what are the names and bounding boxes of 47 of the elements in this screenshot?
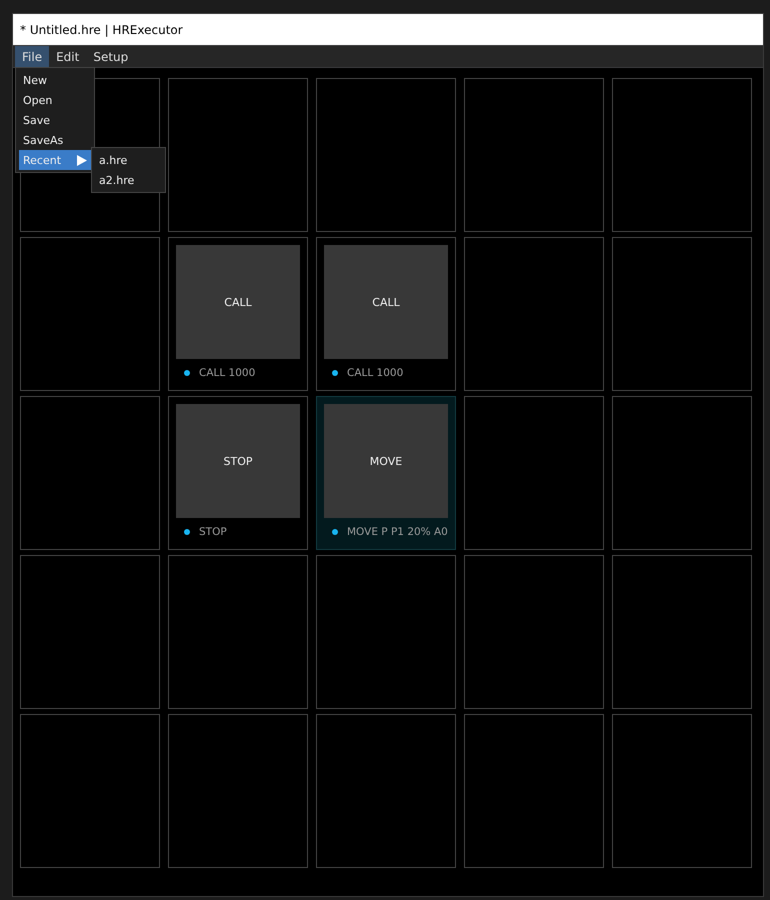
status-dot	[184, 529, 190, 535]
command-block[interactable]: CALL	[324, 245, 448, 359]
menu-item[interactable]: New	[19, 70, 91, 90]
empty-cell[interactable]	[20, 396, 160, 550]
empty-cell[interactable]	[464, 237, 604, 391]
empty-cell[interactable]	[464, 555, 604, 709]
command-block[interactable]: STOP	[176, 404, 300, 518]
empty-cell[interactable]	[464, 78, 604, 232]
empty-cell[interactable]	[316, 555, 456, 709]
menu-item[interactable]: Open	[19, 90, 91, 110]
empty-cell[interactable]	[20, 714, 160, 868]
grid-cell[interactable]: CALL CALL 1000	[168, 237, 308, 391]
window-title: * Untitled.hre | HRExecutor	[13, 14, 763, 45]
empty-cell[interactable]	[168, 714, 308, 868]
empty-cell[interactable]	[316, 78, 456, 232]
empty-cell[interactable]	[20, 555, 160, 709]
empty-cell[interactable]	[20, 237, 160, 391]
status-dot	[184, 370, 190, 376]
empty-cell[interactable]	[612, 396, 752, 550]
menu-tab[interactable]: File	[15, 46, 50, 67]
empty-cell[interactable]	[168, 78, 308, 232]
menu-item[interactable]: SaveAs	[19, 130, 91, 150]
command-caption: CALL 1000	[199, 367, 256, 379]
command-caption: MOVE P P1 20% A0	[347, 526, 448, 538]
menu-tab[interactable]: Edit	[49, 46, 86, 67]
menu-item[interactable]: a2.hre	[95, 170, 162, 190]
grid-cell[interactable]: CALL CALL 1000	[316, 237, 456, 391]
command-block[interactable]: MOVE	[324, 404, 448, 518]
empty-cell[interactable]	[612, 714, 752, 868]
command-caption: STOP	[199, 526, 227, 538]
empty-cell[interactable]	[612, 237, 752, 391]
empty-cell[interactable]	[612, 78, 752, 232]
menu-item[interactable]: Recent	[19, 150, 91, 170]
empty-cell[interactable]	[612, 555, 752, 709]
menu-tab[interactable]: Setup	[86, 46, 136, 67]
empty-cell[interactable]	[464, 396, 604, 550]
empty-cell[interactable]	[316, 714, 456, 868]
menu-item[interactable]: Save	[19, 110, 91, 130]
status-dot	[332, 370, 338, 376]
menu-item[interactable]: a.hre	[95, 150, 162, 170]
empty-cell[interactable]	[168, 555, 308, 709]
status-dot	[332, 529, 338, 535]
grid-cell[interactable]: MOVE MOVE P P1 20% A0	[316, 396, 456, 550]
command-caption: CALL 1000	[347, 367, 404, 379]
command-block[interactable]: CALL	[176, 245, 300, 359]
empty-cell[interactable]	[464, 714, 604, 868]
grid-cell[interactable]: STOP STOP	[168, 396, 308, 550]
